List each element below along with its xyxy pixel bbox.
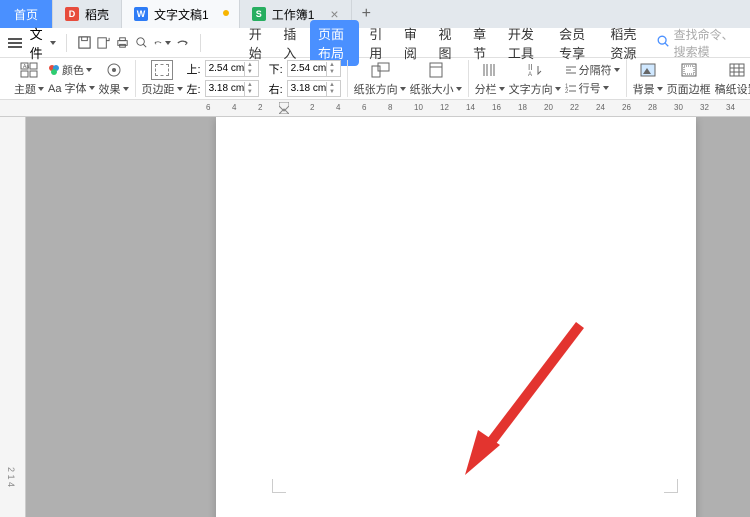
search-box[interactable]: 查找命令、搜索模 — [656, 26, 742, 60]
size-label: 纸张大小 — [410, 81, 462, 97]
columns-label: 分栏 — [475, 81, 505, 97]
vertical-ruler[interactable]: 2 1 4 — [0, 117, 26, 517]
separator — [200, 34, 201, 52]
effect-button[interactable]: 效果 — [99, 61, 129, 97]
separator — [66, 34, 67, 52]
group-paper: 纸张方向 纸张大小 — [348, 60, 469, 97]
export-icon[interactable] — [96, 34, 111, 52]
group-background: 背景 页面边框 稿纸设置 文 — [627, 60, 750, 97]
textdir-label: 文字方向 — [509, 81, 561, 97]
hamburger-icon[interactable] — [8, 38, 22, 48]
ribbon-tab-member[interactable]: 会员专享 — [551, 20, 600, 66]
color-button[interactable]: 颜色 — [48, 62, 92, 78]
file-menu[interactable]: 文件 — [30, 24, 57, 62]
redo-button[interactable] — [175, 34, 190, 52]
breaks-button[interactable]: 分隔符 — [565, 62, 620, 78]
tab-docer-label: 稻壳 — [85, 6, 109, 23]
background-button[interactable]: 背景 — [633, 61, 663, 97]
margins-button[interactable]: 页边距 — [142, 61, 183, 97]
group-theme: Aa 主题 颜色 Aa 字体 效果 — [8, 60, 136, 97]
svg-text:2: 2 — [565, 89, 569, 93]
top-toolbar: 文件 开始 插入 页面布局 引用 审阅 视图 章节 开发工具 会员专享 稻壳资源… — [0, 28, 750, 58]
page-indicator: 2 1 4 — [6, 467, 16, 487]
theme-label: 主题 — [14, 81, 44, 97]
theme-button[interactable]: Aa 主题 — [14, 61, 44, 97]
svg-text:A: A — [528, 72, 532, 78]
ribbon-tab-chapter[interactable]: 章节 — [465, 20, 498, 66]
group-margins: 页边距 上: 2.54 cm▲▼ 下: 2.54 cm▲▼ 左: 3.18 cm… — [136, 60, 348, 97]
font-button[interactable]: Aa 字体 — [48, 80, 95, 96]
text-direction-button[interactable]: IIA 文字方向 — [509, 61, 561, 97]
margin-left-label: 左: — [187, 81, 201, 97]
margin-top-label: 上: — [187, 61, 201, 77]
orientation-label: 纸张方向 — [354, 81, 406, 97]
margin-corner-icon — [664, 479, 678, 493]
docer-icon: D — [65, 7, 79, 21]
unsaved-indicator-icon — [223, 10, 229, 16]
columns-button[interactable]: 分栏 — [475, 61, 505, 97]
border-label: 页面边框 — [667, 81, 711, 97]
save-icon[interactable] — [77, 34, 92, 52]
margin-left-input[interactable]: 3.18 cm▲▼ — [205, 80, 259, 97]
group-columns: 分栏 IIA 文字方向 分隔符 12行号 — [469, 60, 627, 97]
background-label: 背景 — [633, 81, 663, 97]
margins-label: 页边距 — [142, 81, 183, 97]
orientation-button[interactable]: 纸张方向 — [354, 61, 406, 97]
page-1[interactable] — [216, 117, 696, 517]
ribbon-tab-review[interactable]: 审阅 — [396, 20, 429, 66]
svg-text:Aa: Aa — [23, 64, 29, 70]
search-placeholder: 查找命令、搜索模 — [674, 26, 742, 60]
effect-label: 效果 — [99, 81, 129, 97]
horizontal-ruler[interactable]: 6422468101214161820222426283032343638404… — [0, 100, 750, 117]
search-icon — [656, 34, 670, 51]
ribbon-tab-dev[interactable]: 开发工具 — [500, 20, 549, 66]
indent-handle-icon[interactable] — [279, 102, 289, 114]
svg-text:II: II — [528, 63, 532, 72]
margin-bottom-label: 下: — [269, 61, 283, 77]
print-icon[interactable] — [115, 34, 130, 52]
paper-label: 稿纸设置 — [715, 81, 750, 97]
ribbon-tab-reference[interactable]: 引用 — [361, 20, 394, 66]
tab-docer[interactable]: D 稻壳 — [53, 0, 122, 28]
undo-button[interactable] — [153, 34, 171, 52]
paper-settings-button[interactable]: 稿纸设置 — [715, 61, 750, 97]
margin-top-input[interactable]: 2.54 cm▲▼ — [205, 60, 259, 77]
ribbon-panel: Aa 主题 颜色 Aa 字体 效果 页边距 上: 2.54 cm▲▼ 下: 2.… — [0, 58, 750, 100]
size-button[interactable]: 纸张大小 — [410, 61, 462, 97]
tab-document-1[interactable]: W 文字文稿1 — [122, 0, 240, 28]
ribbon-tab-view[interactable]: 视图 — [431, 20, 464, 66]
lineno-button[interactable]: 12行号 — [565, 80, 609, 96]
margin-corner-icon — [272, 479, 286, 493]
word-icon: W — [134, 7, 148, 21]
margin-right-label: 右: — [269, 81, 283, 97]
workspace: 2 1 4 — [0, 117, 750, 517]
ribbon-tab-resource[interactable]: 稻壳资源 — [602, 20, 651, 66]
margin-right-input[interactable]: 3.18 cm▲▼ — [287, 80, 341, 97]
preview-icon[interactable] — [134, 34, 149, 52]
document-area[interactable] — [26, 117, 750, 517]
page-border-button[interactable]: 页面边框 — [667, 61, 711, 97]
tab-doc1-label: 文字文稿1 — [154, 6, 209, 23]
margin-bottom-input[interactable]: 2.54 cm▲▼ — [287, 60, 341, 77]
